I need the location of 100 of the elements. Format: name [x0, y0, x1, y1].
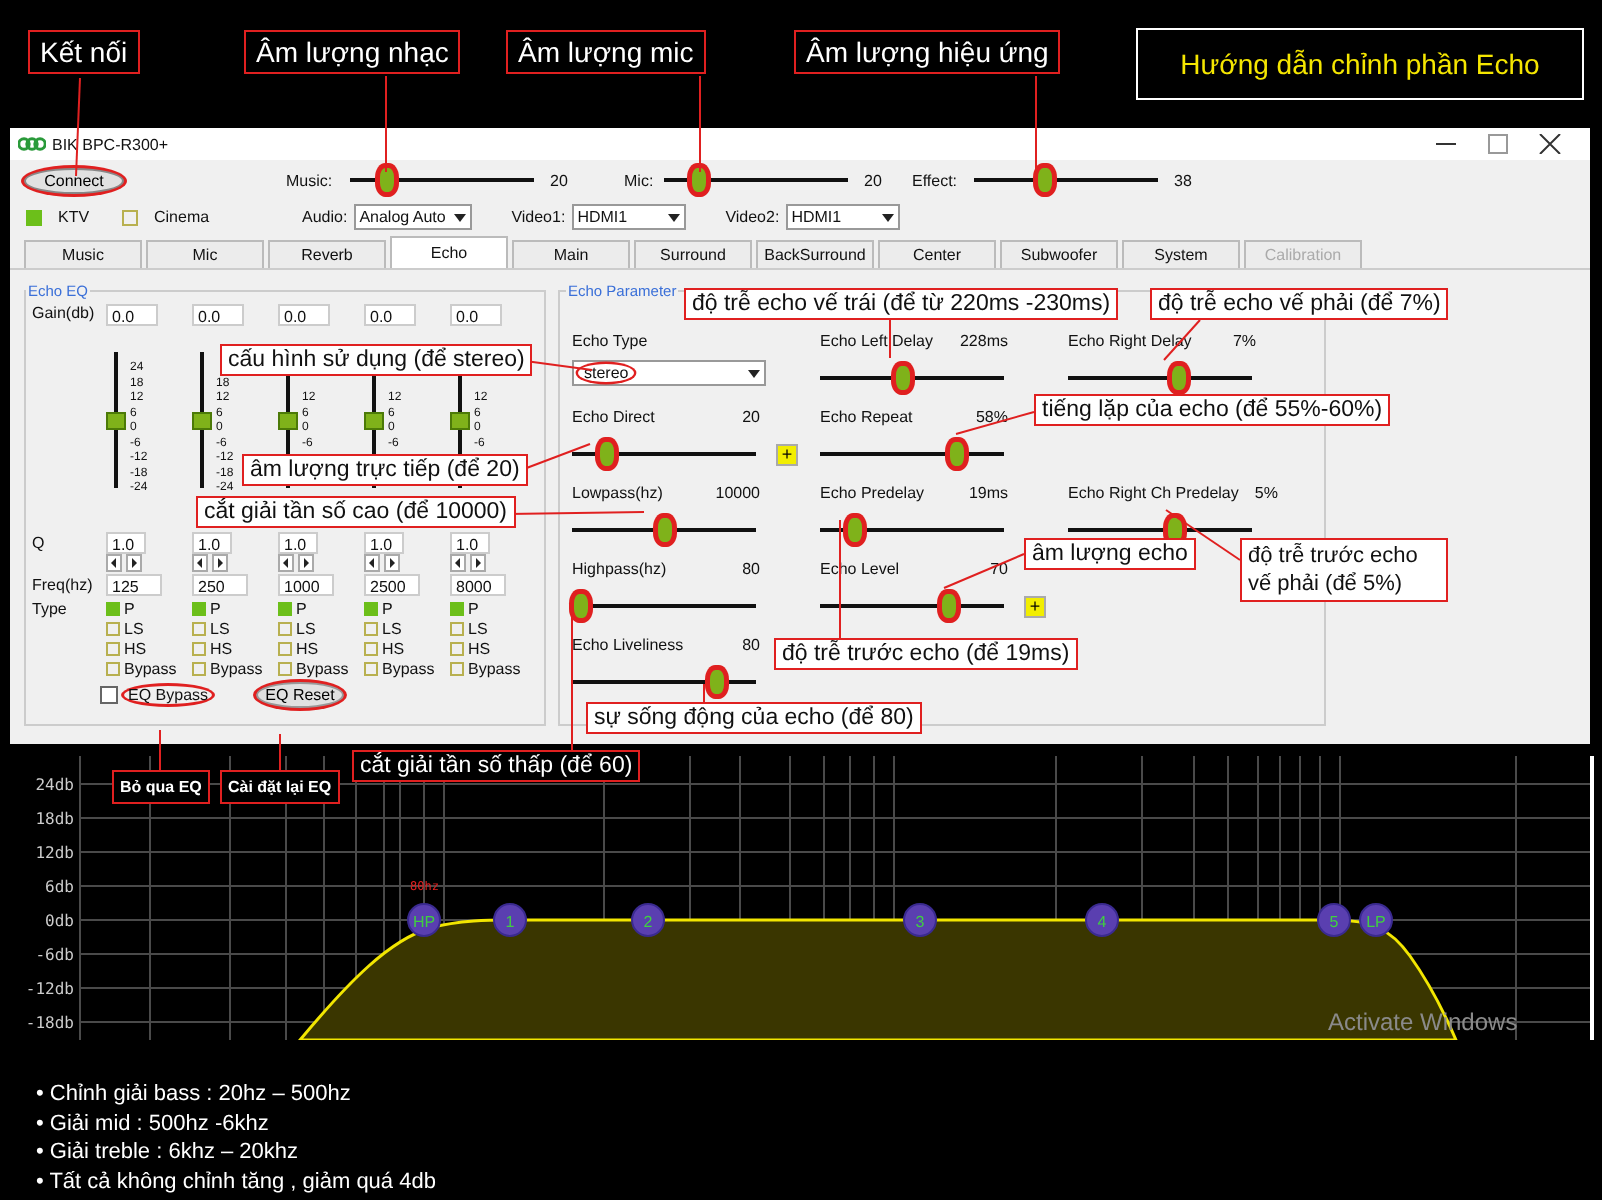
slider-thumb[interactable] [597, 440, 616, 468]
type-checkbox[interactable] [364, 642, 378, 656]
left-arrow-icon[interactable] [450, 553, 466, 571]
type-checkbox[interactable] [192, 602, 206, 616]
tab[interactable]: System [1122, 240, 1240, 268]
slider-thumb[interactable] [1170, 364, 1189, 392]
type-checkbox[interactable] [278, 622, 292, 636]
close-icon[interactable] [1538, 134, 1562, 154]
slider-thumb[interactable] [656, 516, 674, 544]
type-checkbox[interactable] [450, 602, 464, 616]
type-checkbox[interactable] [450, 662, 464, 676]
tab[interactable]: Mic [146, 240, 264, 268]
type-label: Bypass [124, 660, 177, 678]
tab[interactable]: Subwoofer [1000, 240, 1118, 268]
reset-button[interactable]: EQ Reset [256, 682, 345, 708]
slider-thumb[interactable] [378, 166, 397, 194]
tab[interactable]: Echo [390, 236, 508, 268]
type-checkbox[interactable] [364, 602, 378, 616]
eq-node[interactable]: 3 [903, 903, 937, 937]
dropdown-arrow-icon [665, 209, 682, 225]
plus-button[interactable]: + [776, 443, 798, 465]
type-label: P [124, 600, 135, 618]
dropdown[interactable]: HDMI1 [571, 204, 686, 230]
tab[interactable]: Reverb [268, 240, 386, 268]
tab[interactable]: BackSurround [756, 240, 874, 268]
left-arrow-icon[interactable] [192, 553, 208, 571]
q-field[interactable]: 1.0 [278, 532, 318, 554]
left-arrow-icon[interactable] [278, 553, 294, 571]
right-arrow-icon[interactable] [212, 553, 229, 571]
gain-field[interactable]: 0.0 [106, 304, 158, 326]
eq-node[interactable]: 4 [1085, 903, 1119, 937]
type-checkbox[interactable] [450, 622, 464, 636]
tab[interactable]: Music [24, 240, 142, 268]
gain-field[interactable]: 0.0 [450, 304, 502, 326]
right-arrow-icon[interactable] [470, 553, 487, 571]
q-field[interactable]: 1.0 [192, 532, 232, 554]
q-field[interactable]: 1.0 [364, 532, 404, 554]
right-arrow-icon[interactable] [298, 553, 315, 571]
q-field[interactable]: 1.0 [106, 532, 146, 554]
eq-node[interactable]: 2 [631, 903, 665, 937]
gain-field[interactable]: 0.0 [278, 304, 330, 326]
type-checkbox[interactable] [106, 642, 120, 656]
eq-node[interactable]: HP [407, 903, 441, 937]
dropdown[interactable]: HDMI1 [785, 204, 900, 230]
bypass-checkbox[interactable] [100, 686, 118, 704]
slider-thumb[interactable] [948, 440, 967, 468]
dropdown[interactable]: Analog Auto [353, 204, 472, 230]
left-arrow-icon[interactable] [364, 553, 380, 571]
type-checkbox[interactable] [106, 622, 120, 636]
type-checkbox[interactable] [106, 602, 120, 616]
maximize-icon[interactable] [1486, 134, 1510, 154]
frequency-field[interactable]: 2500 [364, 574, 420, 596]
frequency-field[interactable]: 250 [192, 574, 248, 596]
slider-thumb[interactable] [192, 412, 212, 430]
slider-thumb[interactable] [845, 516, 864, 544]
type-checkbox[interactable] [278, 642, 292, 656]
dropdown-arrow-icon [879, 209, 896, 225]
eq-node[interactable]: 5 [1317, 903, 1351, 937]
slider-thumb[interactable] [689, 166, 708, 194]
plus-button[interactable]: + [1024, 595, 1046, 617]
frequency-field[interactable]: 1000 [278, 574, 334, 596]
select-label: Audio: [302, 208, 348, 226]
type-checkbox[interactable] [192, 622, 206, 636]
type-checkbox[interactable] [192, 642, 206, 656]
eq-node[interactable]: LP [1359, 903, 1393, 937]
type-checkbox[interactable] [278, 662, 292, 676]
tab[interactable]: Surround [634, 240, 752, 268]
tab[interactable]: Center [878, 240, 996, 268]
type-checkbox[interactable] [364, 662, 378, 676]
frequency-field[interactable]: 125 [106, 574, 162, 596]
slider-thumb[interactable] [894, 364, 913, 392]
type-checkbox[interactable] [450, 642, 464, 656]
slider-thumb[interactable] [278, 412, 298, 430]
mode-checkbox[interactable] [122, 209, 138, 225]
param-label: Highpass(hz) [572, 560, 667, 578]
left-arrow-icon[interactable] [106, 553, 122, 571]
dropdown[interactable]: stereo [572, 360, 766, 386]
type-checkbox[interactable] [278, 602, 292, 616]
type-checkbox[interactable] [106, 662, 120, 676]
right-arrow-icon[interactable] [126, 553, 143, 571]
axis-label: 6db [45, 878, 74, 896]
tab[interactable]: Main [512, 240, 630, 268]
slider-thumb[interactable] [106, 412, 126, 430]
gain-field[interactable]: 0.0 [364, 304, 416, 326]
frequency-field[interactable]: 8000 [450, 574, 506, 596]
gain-field[interactable]: 0.0 [192, 304, 244, 326]
mode-checkbox[interactable] [26, 209, 42, 225]
q-field[interactable]: 1.0 [450, 532, 490, 554]
right-arrow-icon[interactable] [384, 553, 401, 571]
slider-thumb[interactable] [571, 592, 590, 620]
slider-thumb[interactable] [450, 412, 470, 430]
slider-thumb[interactable] [1035, 166, 1054, 194]
connect-button[interactable]: Connect [24, 167, 124, 193]
slider-thumb[interactable] [940, 592, 959, 620]
slider-thumb[interactable] [364, 412, 384, 430]
eq-node[interactable]: 1 [493, 903, 527, 937]
type-checkbox[interactable] [364, 622, 378, 636]
slider-thumb[interactable] [707, 668, 726, 696]
type-checkbox[interactable] [192, 662, 206, 676]
callout-tooltip: cắt giải tần số thấp (để 60) [352, 750, 641, 782]
